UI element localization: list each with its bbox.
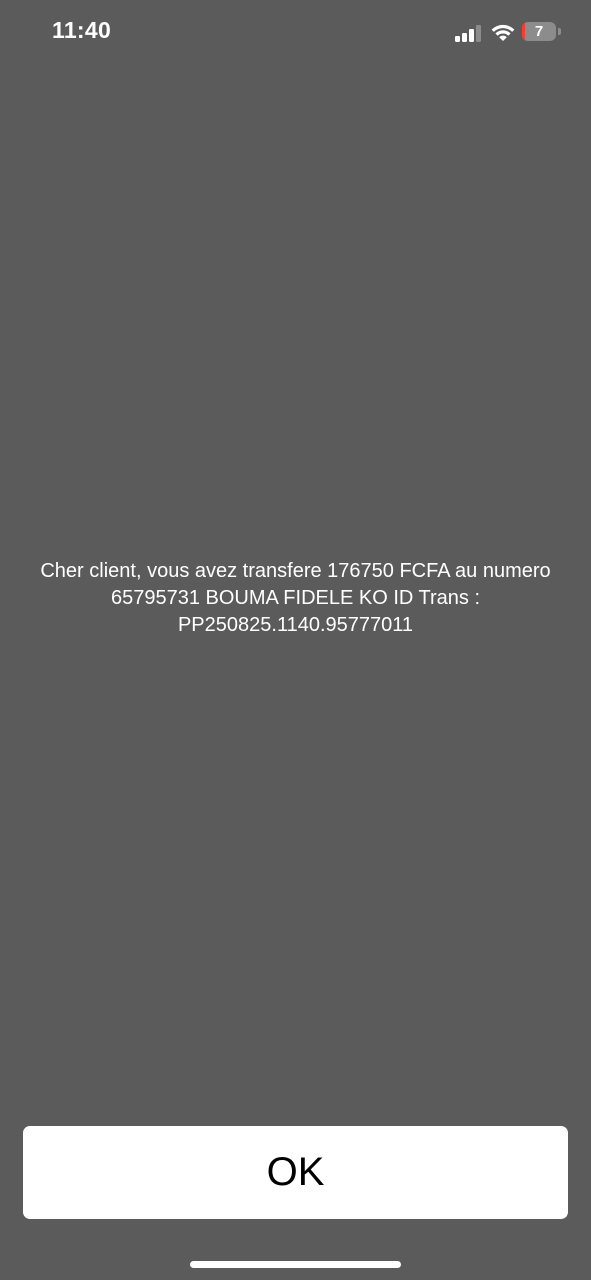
battery-level: 7 [534, 23, 544, 40]
battery-body: 7 [522, 22, 556, 41]
ok-button-label: OK [266, 1150, 325, 1194]
ok-button[interactable]: OK [23, 1126, 568, 1219]
battery-icon: 7 [522, 22, 562, 42]
home-indicator[interactable] [190, 1261, 401, 1268]
battery-cap [558, 28, 561, 35]
transfer-confirmation-message: Cher client, vous avez transfere 176750 … [40, 560, 551, 636]
status-time: 11:40 [52, 17, 112, 43]
wifi-icon [491, 24, 515, 41]
status-bar: 11:40 7 [0, 0, 591, 64]
signal-icon [455, 25, 481, 42]
